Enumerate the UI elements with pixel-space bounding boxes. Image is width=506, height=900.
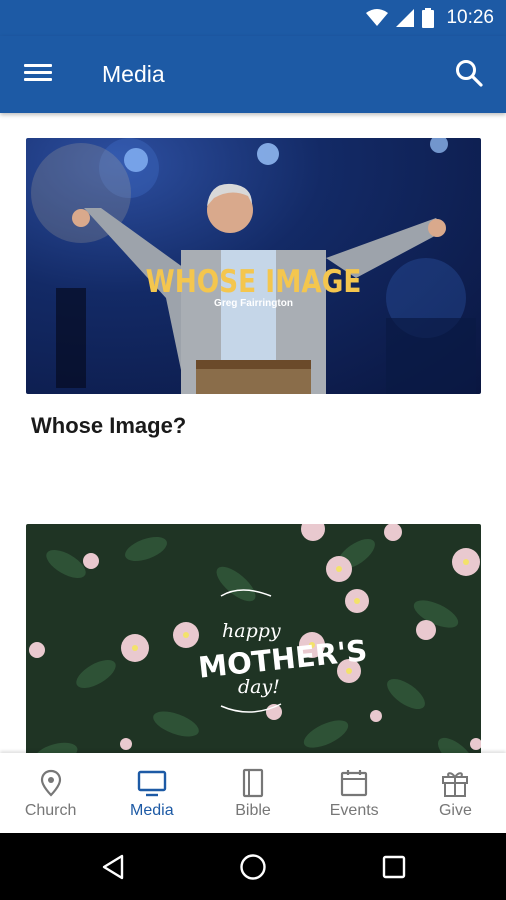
- menu-icon: [24, 64, 52, 67]
- app-bar: Media: [0, 36, 506, 113]
- menu-icon-line: [24, 71, 52, 74]
- media-title[interactable]: Whose Image?: [31, 413, 481, 439]
- nav-item-church[interactable]: Church: [0, 753, 101, 833]
- nav-item-media[interactable]: Media: [101, 753, 202, 833]
- nav-label: Events: [329, 802, 379, 819]
- thumbnail-text-1: happy: [222, 620, 281, 642]
- media-list[interactable]: WHOSE IMAGE Greg Fairrington Whose Image…: [0, 113, 506, 753]
- nav-item-bible[interactable]: Bible: [202, 753, 303, 833]
- thumbnail-text-3: day!: [238, 676, 280, 698]
- back-icon[interactable]: [98, 851, 130, 883]
- menu-button[interactable]: [22, 60, 54, 88]
- media-card[interactable]: happy MOTHER'S day!: [26, 524, 481, 753]
- cell-signal-icon: [396, 9, 415, 27]
- nav-label: Church: [24, 802, 77, 819]
- thumbnail-speaker: Greg Fairrington: [214, 298, 293, 309]
- calendar-icon: [341, 770, 368, 797]
- system-nav-bar: [0, 833, 506, 900]
- media-thumbnail[interactable]: happy MOTHER'S day!: [26, 524, 481, 753]
- menu-icon-line: [24, 78, 52, 81]
- location-pin-icon: [40, 769, 61, 797]
- tv-icon: [137, 770, 166, 797]
- recents-icon[interactable]: [378, 851, 410, 883]
- battery-icon: [422, 8, 435, 28]
- thumbnail-title: WHOSE IMAGE: [145, 264, 362, 300]
- nav-label: Give: [438, 802, 472, 819]
- home-icon[interactable]: [237, 851, 269, 883]
- status-bar: 10:26: [0, 0, 506, 36]
- status-time: 10:26: [446, 7, 494, 28]
- status-icons: 10:26: [366, 6, 494, 30]
- book-icon: [242, 768, 264, 798]
- nav-label: Media: [130, 802, 174, 819]
- media-card[interactable]: WHOSE IMAGE Greg Fairrington Whose Image…: [26, 138, 481, 439]
- nav-label: Bible: [235, 802, 271, 819]
- wifi-icon: [366, 9, 389, 26]
- search-icon[interactable]: [454, 58, 484, 88]
- nav-item-events[interactable]: Events: [304, 753, 405, 833]
- nav-item-give[interactable]: Give: [405, 753, 506, 833]
- bottom-nav: Church Media Bible Events Give: [0, 753, 506, 833]
- page-title: Media: [102, 61, 165, 87]
- gift-icon: [442, 772, 469, 797]
- media-thumbnail[interactable]: WHOSE IMAGE Greg Fairrington: [26, 138, 481, 394]
